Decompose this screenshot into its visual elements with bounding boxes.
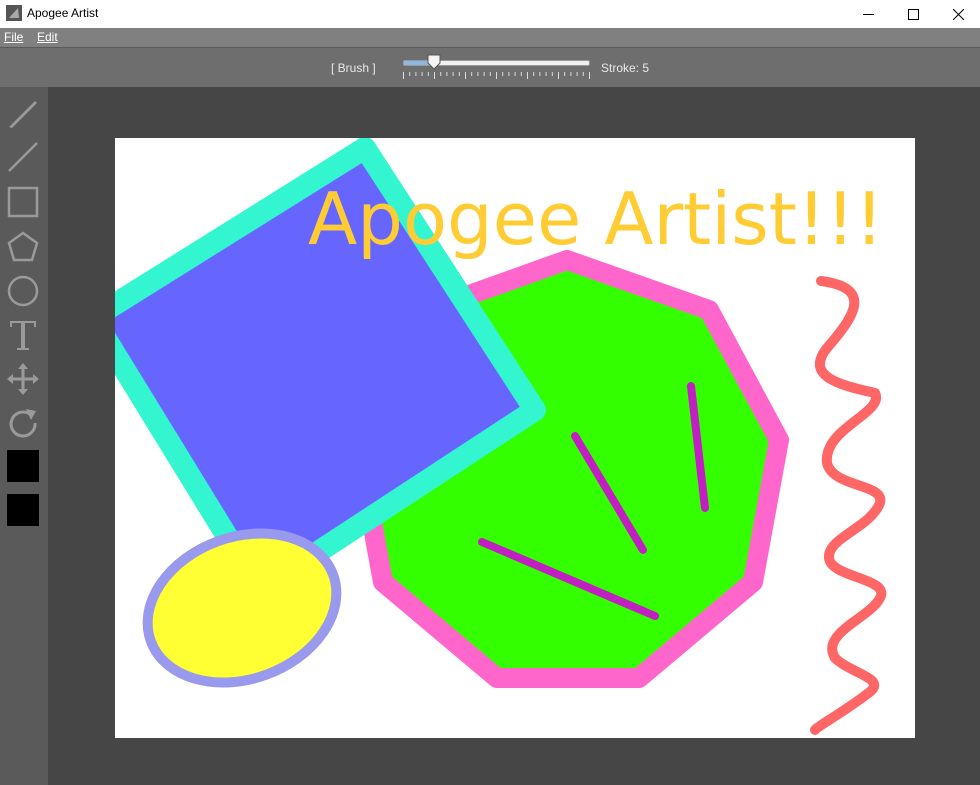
brush-icon	[9, 101, 37, 128]
tool-sidebar	[0, 87, 48, 785]
tool-rectangle[interactable]	[4, 183, 42, 221]
stroke-size-label: Stroke: 5	[601, 61, 650, 75]
close-button[interactable]	[935, 0, 980, 28]
menu-file[interactable]: File	[4, 30, 23, 44]
window-title: Apogee Artist	[27, 6, 99, 20]
pentagon-icon	[7, 231, 39, 262]
canvas-title-text: Apogee Artist!!!	[308, 177, 884, 261]
minimize-button[interactable]	[845, 0, 891, 28]
circle-icon	[7, 275, 39, 307]
minimize-icon	[862, 13, 874, 15]
move-icon	[7, 363, 39, 395]
stroke-slider-ticks	[403, 72, 590, 79]
maximize-icon	[907, 8, 919, 20]
tool-move[interactable]	[4, 360, 42, 398]
close-icon	[952, 8, 964, 20]
tool-brush[interactable]	[4, 94, 42, 132]
primary-color-swatch[interactable]	[7, 450, 39, 482]
squiggle-stroke	[810, 276, 887, 735]
tool-polygon[interactable]	[4, 228, 42, 266]
line-icon	[8, 142, 38, 172]
text-icon	[10, 321, 36, 350]
tool-mode-label: [ Brush ]	[331, 61, 376, 75]
rotate-icon	[9, 409, 37, 438]
drawing-canvas[interactable]: Apogee Artist!!!	[115, 138, 915, 738]
canvas-artwork: Apogee Artist!!!	[115, 138, 887, 735]
tool-ellipse[interactable]	[4, 272, 42, 310]
tool-text[interactable]	[4, 316, 42, 354]
options-toolbar: [ Brush ] Stroke: 5	[0, 47, 980, 87]
maximize-button[interactable]	[890, 0, 936, 28]
menu-edit[interactable]: Edit	[37, 30, 58, 44]
tool-rotate[interactable]	[4, 404, 42, 442]
apogee-logo-icon	[6, 5, 22, 21]
title-bar: Apogee Artist	[0, 0, 980, 28]
tool-line[interactable]	[4, 138, 42, 176]
secondary-color-swatch[interactable]	[7, 494, 39, 526]
menu-bar: File Edit	[0, 28, 980, 47]
stroke-slider-thumb[interactable]	[427, 54, 441, 70]
rectangle-icon	[7, 186, 39, 218]
